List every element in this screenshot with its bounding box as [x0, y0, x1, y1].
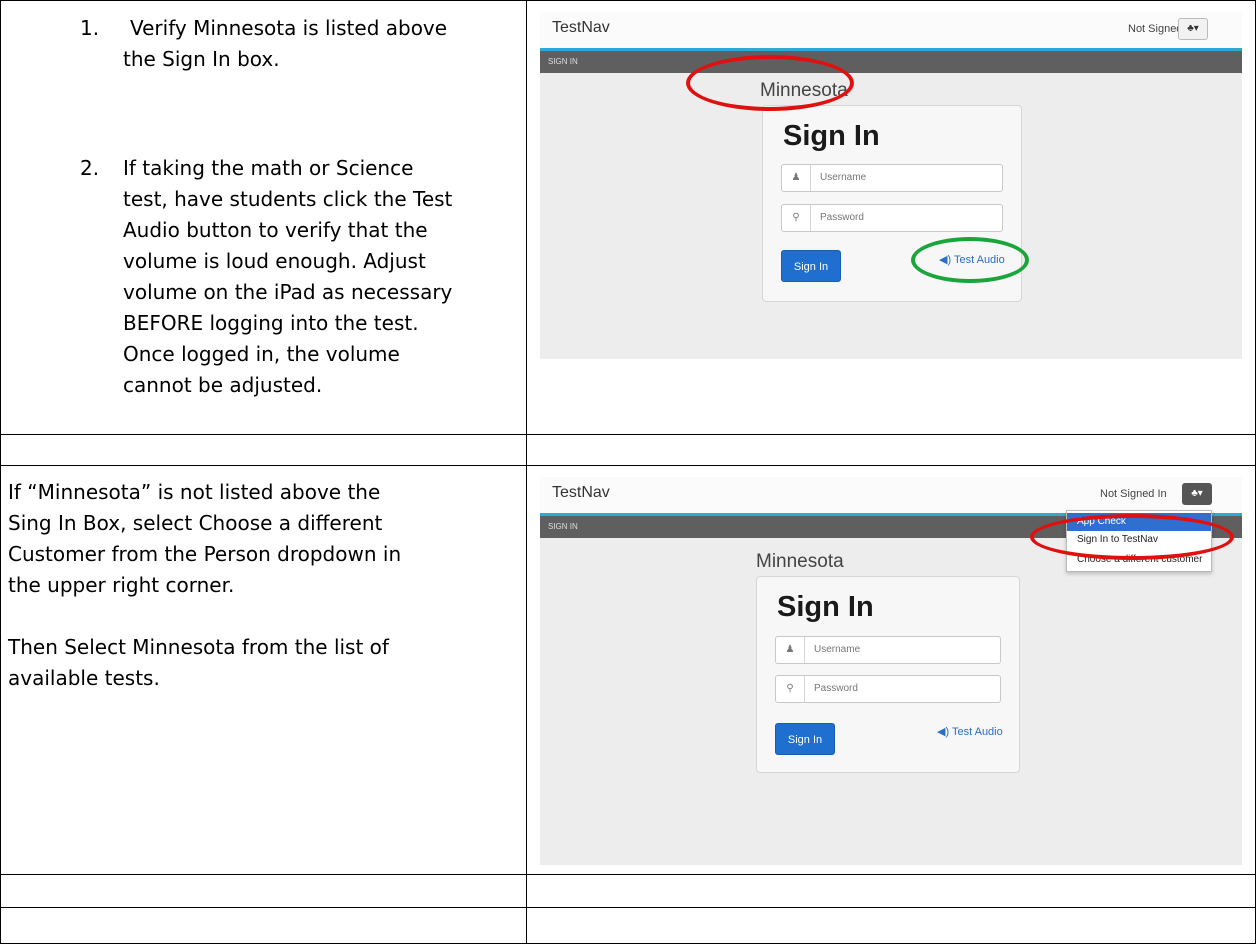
step-text-line: If taking the math or Science: [123, 156, 414, 180]
paragraph-line: the upper right corner.: [8, 573, 235, 597]
step-text-line: Audio button to verify that the: [123, 218, 428, 242]
table-row-divider: [0, 907, 1256, 908]
user-icon: ♟: [782, 165, 811, 191]
user-icon: ♟: [776, 637, 805, 663]
password-placeholder: Password: [814, 683, 858, 694]
sign-in-heading: Sign In: [777, 591, 874, 623]
username-placeholder: Username: [814, 644, 861, 655]
sign-in-heading: Sign In: [783, 120, 880, 152]
sign-in-status: Not Signed In: [1100, 488, 1167, 500]
step-text-line: Once logged in, the volume: [123, 342, 400, 366]
step-text-line: test, have students click the Test: [123, 187, 453, 211]
paragraph-line: available tests.: [8, 666, 160, 690]
username-placeholder: Username: [820, 172, 867, 183]
step-number: 1.: [80, 16, 100, 40]
table-top-border: [0, 0, 1256, 1]
nav-label: SIGN IN: [548, 57, 578, 66]
sign-in-box: Sign In ♟ Username ⚲ Password Sign In ◀)…: [756, 576, 1020, 773]
username-field[interactable]: ♟ Username: [775, 636, 1001, 664]
step-number: 2.: [80, 156, 100, 180]
person-dropdown-button[interactable]: ♣▾: [1178, 18, 1208, 40]
test-audio-button[interactable]: ◀) Test Audio: [937, 725, 1003, 738]
nav-bar: SIGN IN: [540, 51, 1242, 73]
step-text-line: volume on the iPad as necessary: [123, 280, 453, 304]
red-highlight-circle: [1030, 514, 1234, 560]
table-left-border: [0, 0, 1, 944]
red-highlight-circle: [686, 55, 854, 111]
state-name: Minnesota: [756, 551, 844, 572]
person-dropdown-button[interactable]: ♣▾: [1182, 483, 1212, 505]
step-text-line: cannot be adjusted.: [123, 373, 323, 397]
step-text-line: BEFORE logging into the test.: [123, 311, 419, 335]
paragraph-line: Customer from the Person dropdown in: [8, 542, 402, 566]
paragraph-line: If “Minnesota” is not listed above the: [8, 480, 381, 504]
sign-in-button[interactable]: Sign In: [781, 250, 841, 282]
table-row-divider: [0, 434, 1256, 435]
paragraph-line: Then Select Minnesota from the list of: [8, 635, 389, 659]
table-row-divider: [0, 874, 1256, 875]
sign-in-button[interactable]: Sign In: [775, 723, 835, 755]
password-field[interactable]: ⚲ Password: [775, 675, 1001, 703]
nav-label: SIGN IN: [548, 522, 578, 531]
step-text-line: volume is loud enough. Adjust: [123, 249, 426, 273]
brand-logo: TestNav: [552, 19, 610, 36]
green-highlight-circle: [911, 237, 1029, 283]
password-placeholder: Password: [820, 212, 864, 223]
password-field[interactable]: ⚲ Password: [781, 204, 1003, 232]
step-text-line: Verify Minnesota is listed above: [130, 16, 448, 40]
testnav-screenshot-1: TestNav Not Signed In ♣▾ SIGN IN Minneso…: [540, 12, 1242, 359]
paragraph-line: Sing In Box, select Choose a different: [8, 511, 383, 535]
key-icon: ⚲: [776, 676, 805, 702]
step-text-line: the Sign In box.: [123, 47, 280, 71]
key-icon: ⚲: [782, 205, 811, 231]
brand-logo: TestNav: [552, 484, 610, 501]
table-row-divider: [0, 465, 1256, 466]
username-field[interactable]: ♟ Username: [781, 164, 1003, 192]
app-header: TestNav Not Signed In ♣▾: [540, 12, 1242, 51]
table-column-divider: [526, 0, 527, 944]
